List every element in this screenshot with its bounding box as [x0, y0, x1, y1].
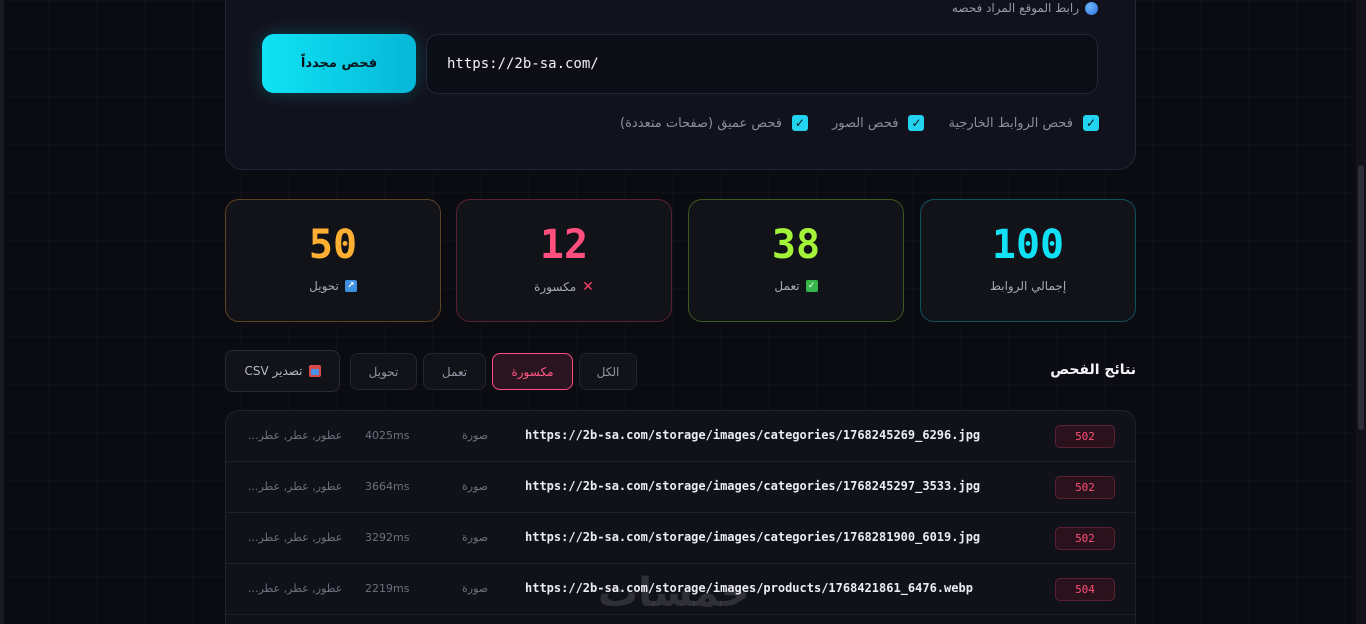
stat-value: 38	[771, 222, 821, 268]
checkbox-checked-icon[interactable]: ✓	[908, 115, 925, 131]
scrollbar-thumb[interactable]	[1358, 165, 1364, 430]
row-time: 3664ms	[365, 480, 410, 493]
row-time: 3292ms	[365, 531, 410, 544]
table-row[interactable]: 504 https://2b-sa.com/storage/images/pro…	[226, 564, 1135, 615]
option-label: فحص الصور	[831, 115, 899, 131]
row-url[interactable]: https://2b-sa.com/storage/images/product…	[525, 581, 973, 595]
row-type: صورة	[462, 531, 489, 544]
status-badge: 502	[1055, 527, 1115, 550]
stat-label: إجمالي الروابط	[921, 279, 1135, 293]
stat-label-text: تحويل	[309, 279, 339, 293]
tab-all[interactable]: الكل	[579, 353, 637, 390]
stat-label-text: مكسورة	[534, 280, 577, 294]
url-label-text: رابط الموقع المراد فحصه	[951, 1, 1079, 15]
stat-label-text: إجمالي الروابط	[989, 279, 1067, 293]
arrow-up-right-icon: ↗	[344, 280, 357, 292]
scan-options: ✓ فحص الروابط الخارجية ✓ فحص الصور ✓ فحص…	[620, 115, 1099, 131]
table-row[interactable]: 502 https://2b-sa.com/storage/images/cat…	[226, 513, 1135, 564]
url-input[interactable]	[426, 34, 1098, 94]
stat-label: ↗ تحويل	[226, 279, 440, 293]
row-url[interactable]: https://2b-sa.com/storage/images/categor…	[525, 479, 980, 493]
stat-label: ✕ مكسورة	[457, 279, 671, 295]
table-row[interactable]: 502 https://2b-sa.com/storage/images/cat…	[226, 411, 1135, 462]
results-table: 502 https://2b-sa.com/storage/images/cat…	[225, 410, 1136, 624]
checkbox-checked-icon[interactable]: ✓	[1083, 115, 1099, 131]
window-edge	[0, 0, 4, 624]
row-url[interactable]: https://2b-sa.com/storage/images/categor…	[525, 428, 980, 442]
page-scrollbar[interactable]	[1356, 0, 1366, 624]
tab-working[interactable]: تعمل	[423, 353, 486, 390]
row-tags: عطور, عطر, عطر...	[248, 480, 343, 493]
main-container: رابط الموقع المراد فحصه فحص مجدداً ✓ فحص…	[225, 0, 1136, 624]
stat-label-text: تعمل	[774, 279, 800, 293]
option-external-links[interactable]: ✓ فحص الروابط الخارجية	[948, 115, 1099, 131]
status-badge: 502	[1055, 476, 1115, 499]
option-images[interactable]: ✓ فحص الصور	[832, 115, 925, 131]
url-label: رابط الموقع المراد فحصه	[952, 1, 1098, 15]
stat-value: 100	[991, 222, 1065, 268]
table-row[interactable]: 502 https://2b-sa.com/storage/images/cat…	[226, 462, 1135, 513]
export-label: تصدير CSV	[244, 364, 303, 378]
row-type: صورة	[462, 582, 489, 595]
tab-broken[interactable]: مكسورة	[492, 353, 573, 390]
tab-redirect[interactable]: تحويل	[350, 353, 417, 390]
globe-icon	[1085, 1, 1098, 15]
stat-card-broken: 12 ✕ مكسورة	[456, 199, 672, 322]
row-time: 4025ms	[365, 429, 410, 442]
stat-card-working: 38 ✓ تعمل	[688, 199, 904, 322]
row-type: صورة	[462, 480, 489, 493]
export-csv-button[interactable]: تصدير CSV	[225, 350, 340, 392]
row-tags: عطور, عطر, عطر...	[248, 582, 343, 595]
stat-label: ✓ تعمل	[689, 279, 903, 293]
option-label: فحص عميق (صفحات متعددة)	[620, 115, 782, 131]
checkbox-checked-icon[interactable]: ✓	[791, 115, 808, 131]
option-deep-scan[interactable]: ✓ فحص عميق (صفحات متعددة)	[620, 115, 808, 131]
rescan-button[interactable]: فحص مجدداً	[262, 34, 416, 93]
check-icon: ✓	[805, 280, 818, 292]
row-url[interactable]: https://2b-sa.com/storage/images/categor…	[525, 530, 980, 544]
stat-card-redirect: 50 ↗ تحويل	[225, 199, 441, 322]
cross-icon: ✕	[582, 279, 594, 295]
inbox-icon	[308, 365, 321, 377]
stat-card-total: 100 إجمالي الروابط	[920, 199, 1136, 322]
option-label: فحص الروابط الخارجية	[948, 115, 1073, 131]
row-type: صورة	[462, 429, 489, 442]
row-time: 2219ms	[365, 582, 410, 595]
row-tags: عطور, عطر, عطر...	[248, 531, 343, 544]
results-title: نتائج الفحص	[1050, 362, 1136, 378]
status-badge: 504	[1055, 578, 1115, 601]
scan-panel: رابط الموقع المراد فحصه فحص مجدداً ✓ فحص…	[225, 0, 1136, 170]
row-tags: عطور, عطر, عطر...	[248, 429, 343, 442]
stat-value: 50	[308, 222, 358, 268]
stat-value: 12	[539, 222, 589, 268]
status-badge: 502	[1055, 425, 1115, 448]
